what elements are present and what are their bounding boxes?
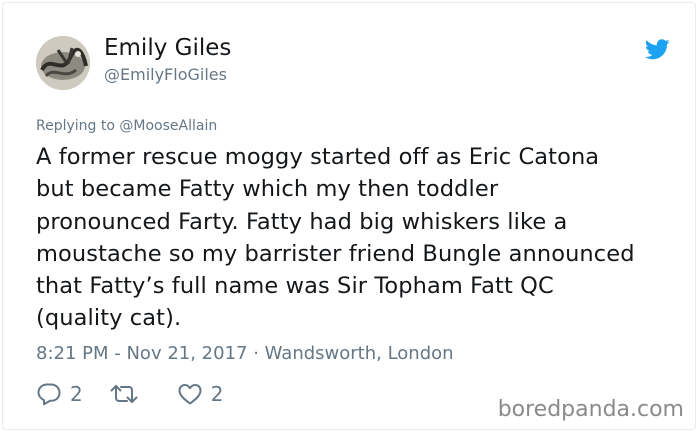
reply-button[interactable]: 2 <box>36 382 83 406</box>
reply-count: 2 <box>70 382 83 406</box>
tweet-line: that Fatty’s full name was Sir Topham Fa… <box>36 273 554 300</box>
tweet-actions: 2 2 <box>36 379 223 409</box>
retweet-button[interactable] <box>109 383 147 405</box>
tweet-line: but became Fatty which my then toddler <box>36 176 499 203</box>
like-button[interactable]: 2 <box>177 382 224 406</box>
retweet-icon <box>110 385 138 403</box>
reply-icon <box>37 383 61 406</box>
watermark-text: boredpanda.com <box>497 397 684 422</box>
tweet-line: (quality cat). <box>36 305 182 332</box>
replying-to: Replying to @MooseAllain <box>36 118 217 134</box>
replying-to-label: Replying to <box>36 118 115 134</box>
tweet-line: A former rescue moggy started off as Eri… <box>36 144 600 170</box>
like-count: 2 <box>210 382 224 406</box>
reply-mention-link[interactable]: @MooseAllain <box>119 118 217 134</box>
author-name[interactable]: Emily Giles <box>104 35 231 61</box>
avatar-photo <box>36 36 90 90</box>
tweet-card: Emily Giles @EmilyFloGiles Replying to @… <box>2 2 696 430</box>
tweet-line: pronounced Farty. Fatty had big whiskers… <box>36 208 568 235</box>
avatar[interactable] <box>36 36 90 90</box>
heart-icon <box>178 384 202 405</box>
tweet-timestamp-location[interactable]: 8:21 PM - Nov 21, 2017 · Wandsworth, Lon… <box>36 343 454 364</box>
twitter-bird-icon[interactable] <box>644 39 670 60</box>
author-handle[interactable]: @EmilyFloGiles <box>104 65 227 84</box>
tweet-text: A former rescue moggy started off as Eri… <box>36 141 676 335</box>
tweet-line: moustache so my barrister friend Bungle … <box>36 240 635 267</box>
